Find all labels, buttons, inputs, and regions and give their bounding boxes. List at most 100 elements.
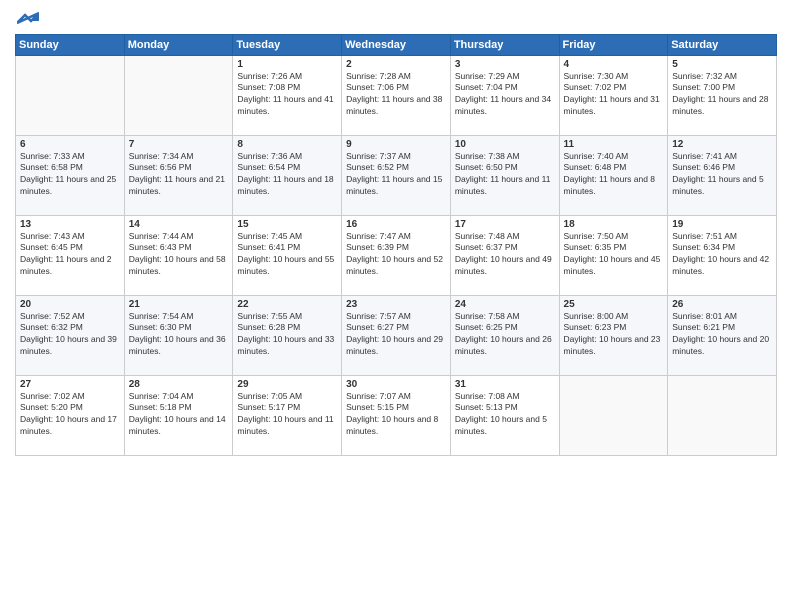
day-number: 23 bbox=[346, 299, 446, 310]
day-number: 1 bbox=[237, 59, 337, 70]
calendar-cell: 31Sunrise: 7:08 AMSunset: 5:13 PMDayligh… bbox=[450, 375, 559, 455]
day-number: 29 bbox=[237, 379, 337, 390]
cell-content: Daylight: 10 hours and 11 minutes. bbox=[237, 414, 337, 438]
cell-content: Daylight: 10 hours and 23 minutes. bbox=[564, 334, 664, 358]
day-number: 18 bbox=[564, 219, 664, 230]
day-number: 2 bbox=[346, 59, 446, 70]
calendar-cell: 24Sunrise: 7:58 AMSunset: 6:25 PMDayligh… bbox=[450, 295, 559, 375]
day-header-monday: Monday bbox=[124, 34, 233, 55]
day-number: 13 bbox=[20, 219, 120, 230]
day-number: 30 bbox=[346, 379, 446, 390]
cell-content: Sunset: 6:37 PM bbox=[455, 242, 555, 254]
cell-content: Daylight: 10 hours and 52 minutes. bbox=[346, 254, 446, 278]
cell-content: Daylight: 11 hours and 11 minutes. bbox=[455, 174, 555, 198]
day-header-sunday: Sunday bbox=[16, 34, 125, 55]
page: SundayMondayTuesdayWednesdayThursdayFrid… bbox=[0, 0, 792, 612]
calendar-cell: 30Sunrise: 7:07 AMSunset: 5:15 PMDayligh… bbox=[342, 375, 451, 455]
cell-content: Sunset: 6:48 PM bbox=[564, 162, 664, 174]
calendar-cell: 29Sunrise: 7:05 AMSunset: 5:17 PMDayligh… bbox=[233, 375, 342, 455]
cell-content: Sunrise: 7:08 AM bbox=[455, 391, 555, 403]
cell-content: Daylight: 11 hours and 25 minutes. bbox=[20, 174, 120, 198]
calendar-cell: 15Sunrise: 7:45 AMSunset: 6:41 PMDayligh… bbox=[233, 215, 342, 295]
day-number: 17 bbox=[455, 219, 555, 230]
cell-content: Sunset: 6:39 PM bbox=[346, 242, 446, 254]
day-number: 16 bbox=[346, 219, 446, 230]
cell-content: Sunset: 6:56 PM bbox=[129, 162, 229, 174]
cell-content: Sunset: 7:02 PM bbox=[564, 82, 664, 94]
cell-content: Sunrise: 8:01 AM bbox=[672, 311, 772, 323]
day-number: 25 bbox=[564, 299, 664, 310]
day-header-saturday: Saturday bbox=[668, 34, 777, 55]
logo-general bbox=[15, 10, 39, 28]
cell-content: Sunrise: 7:02 AM bbox=[20, 391, 120, 403]
day-number: 24 bbox=[455, 299, 555, 310]
cell-content: Daylight: 10 hours and 39 minutes. bbox=[20, 334, 120, 358]
cell-content: Sunset: 6:54 PM bbox=[237, 162, 337, 174]
calendar-cell bbox=[16, 55, 125, 135]
cell-content: Sunrise: 7:04 AM bbox=[129, 391, 229, 403]
calendar-cell: 18Sunrise: 7:50 AMSunset: 6:35 PMDayligh… bbox=[559, 215, 668, 295]
calendar-cell: 25Sunrise: 8:00 AMSunset: 6:23 PMDayligh… bbox=[559, 295, 668, 375]
cell-content: Daylight: 11 hours and 38 minutes. bbox=[346, 94, 446, 118]
cell-content: Daylight: 10 hours and 33 minutes. bbox=[237, 334, 337, 358]
calendar-cell: 4Sunrise: 7:30 AMSunset: 7:02 PMDaylight… bbox=[559, 55, 668, 135]
cell-content: Sunrise: 7:55 AM bbox=[237, 311, 337, 323]
cell-content: Daylight: 10 hours and 36 minutes. bbox=[129, 334, 229, 358]
calendar-cell: 11Sunrise: 7:40 AMSunset: 6:48 PMDayligh… bbox=[559, 135, 668, 215]
day-number: 7 bbox=[129, 139, 229, 150]
cell-content: Daylight: 10 hours and 29 minutes. bbox=[346, 334, 446, 358]
day-number: 27 bbox=[20, 379, 120, 390]
cell-content: Sunset: 6:30 PM bbox=[129, 322, 229, 334]
cell-content: Sunrise: 7:48 AM bbox=[455, 231, 555, 243]
cell-content: Sunrise: 7:37 AM bbox=[346, 151, 446, 163]
header bbox=[15, 10, 777, 26]
calendar-cell: 27Sunrise: 7:02 AMSunset: 5:20 PMDayligh… bbox=[16, 375, 125, 455]
calendar-cell: 20Sunrise: 7:52 AMSunset: 6:32 PMDayligh… bbox=[16, 295, 125, 375]
logo bbox=[15, 10, 39, 26]
cell-content: Daylight: 10 hours and 42 minutes. bbox=[672, 254, 772, 278]
cell-content: Sunset: 5:15 PM bbox=[346, 402, 446, 414]
cell-content: Sunrise: 7:36 AM bbox=[237, 151, 337, 163]
cell-content: Sunrise: 7:32 AM bbox=[672, 71, 772, 83]
cell-content: Sunrise: 7:47 AM bbox=[346, 231, 446, 243]
day-number: 8 bbox=[237, 139, 337, 150]
day-number: 26 bbox=[672, 299, 772, 310]
cell-content: Sunrise: 7:58 AM bbox=[455, 311, 555, 323]
cell-content: Sunrise: 7:34 AM bbox=[129, 151, 229, 163]
cell-content: Daylight: 10 hours and 8 minutes. bbox=[346, 414, 446, 438]
cell-content: Sunset: 6:41 PM bbox=[237, 242, 337, 254]
calendar-cell: 6Sunrise: 7:33 AMSunset: 6:58 PMDaylight… bbox=[16, 135, 125, 215]
calendar-cell: 3Sunrise: 7:29 AMSunset: 7:04 PMDaylight… bbox=[450, 55, 559, 135]
day-number: 20 bbox=[20, 299, 120, 310]
cell-content: Daylight: 11 hours and 15 minutes. bbox=[346, 174, 446, 198]
cell-content: Sunset: 6:43 PM bbox=[129, 242, 229, 254]
cell-content: Sunrise: 7:57 AM bbox=[346, 311, 446, 323]
calendar-cell: 10Sunrise: 7:38 AMSunset: 6:50 PMDayligh… bbox=[450, 135, 559, 215]
cell-content: Daylight: 10 hours and 58 minutes. bbox=[129, 254, 229, 278]
cell-content: Sunrise: 7:50 AM bbox=[564, 231, 664, 243]
calendar-cell: 19Sunrise: 7:51 AMSunset: 6:34 PMDayligh… bbox=[668, 215, 777, 295]
cell-content: Daylight: 11 hours and 8 minutes. bbox=[564, 174, 664, 198]
calendar-cell: 16Sunrise: 7:47 AMSunset: 6:39 PMDayligh… bbox=[342, 215, 451, 295]
cell-content: Sunrise: 7:40 AM bbox=[564, 151, 664, 163]
cell-content: Sunset: 6:35 PM bbox=[564, 242, 664, 254]
cell-content: Sunrise: 8:00 AM bbox=[564, 311, 664, 323]
cell-content: Sunset: 6:25 PM bbox=[455, 322, 555, 334]
cell-content: Sunrise: 7:51 AM bbox=[672, 231, 772, 243]
cell-content: Sunset: 7:08 PM bbox=[237, 82, 337, 94]
day-number: 21 bbox=[129, 299, 229, 310]
cell-content: Sunset: 7:06 PM bbox=[346, 82, 446, 94]
cell-content: Sunset: 6:32 PM bbox=[20, 322, 120, 334]
calendar-cell: 12Sunrise: 7:41 AMSunset: 6:46 PMDayligh… bbox=[668, 135, 777, 215]
day-number: 4 bbox=[564, 59, 664, 70]
cell-content: Sunrise: 7:05 AM bbox=[237, 391, 337, 403]
cell-content: Sunset: 6:50 PM bbox=[455, 162, 555, 174]
calendar-cell: 17Sunrise: 7:48 AMSunset: 6:37 PMDayligh… bbox=[450, 215, 559, 295]
day-number: 9 bbox=[346, 139, 446, 150]
cell-content: Sunset: 5:13 PM bbox=[455, 402, 555, 414]
calendar-cell: 22Sunrise: 7:55 AMSunset: 6:28 PMDayligh… bbox=[233, 295, 342, 375]
cell-content: Daylight: 10 hours and 55 minutes. bbox=[237, 254, 337, 278]
day-header-friday: Friday bbox=[559, 34, 668, 55]
cell-content: Sunrise: 7:43 AM bbox=[20, 231, 120, 243]
cell-content: Daylight: 11 hours and 18 minutes. bbox=[237, 174, 337, 198]
